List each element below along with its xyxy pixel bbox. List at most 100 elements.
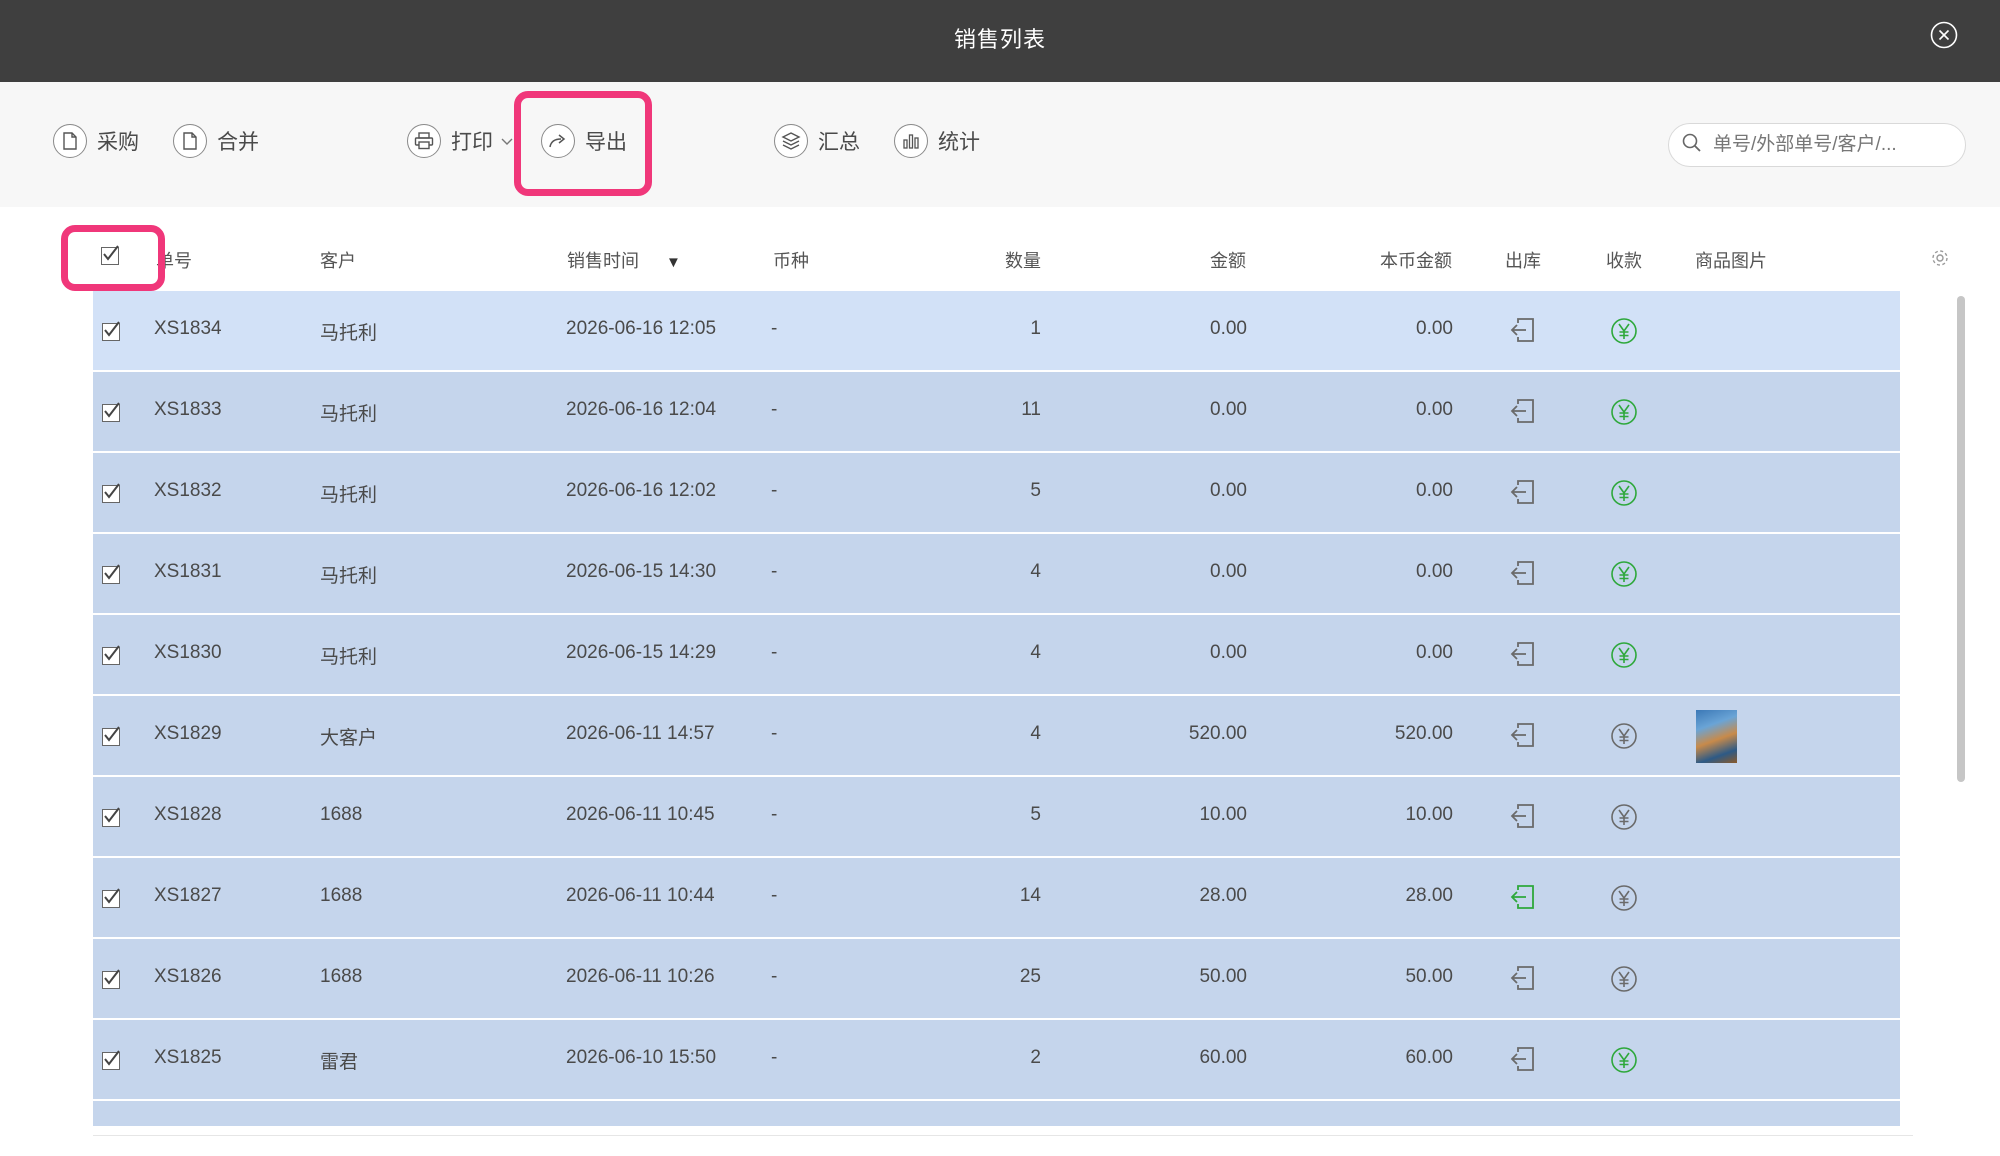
- order-no-cell[interactable]: XS1832: [154, 480, 222, 502]
- sale-time-cell: 2026-06-15 14:30: [566, 561, 717, 582]
- amount-cell: 0.00: [1210, 480, 1247, 501]
- table-row[interactable]: XS1833 马托利 2026-06-16 12:04 - 11 0.00 0.00: [93, 372, 1900, 452]
- order-no-cell[interactable]: XS1834: [154, 318, 222, 340]
- header-customer[interactable]: 客户: [320, 247, 356, 273]
- outbound-icon[interactable]: [1509, 882, 1537, 917]
- payment-icon[interactable]: [1610, 803, 1638, 836]
- row-checkbox[interactable]: [102, 807, 120, 827]
- table-bottom-divider: [93, 1135, 1913, 1136]
- order-no-cell[interactable]: XS1833: [154, 399, 222, 421]
- header-quantity[interactable]: 数量: [941, 247, 1041, 273]
- statistics-button[interactable]: 统计: [894, 123, 980, 159]
- outbound-icon[interactable]: [1509, 1044, 1537, 1079]
- table-row-partial[interactable]: [93, 1101, 1900, 1126]
- local-amount-cell: 28.00: [1405, 885, 1453, 906]
- payment-icon[interactable]: [1610, 641, 1638, 674]
- row-checkbox[interactable]: [102, 483, 120, 503]
- header-amount[interactable]: 金额: [1146, 247, 1246, 273]
- table-row[interactable]: XS1830 马托利 2026-06-15 14:29 - 4 0.00 0.00: [93, 615, 1900, 695]
- select-all-highlight-box: [61, 225, 165, 291]
- layers-icon: [774, 124, 808, 158]
- sale-time-cell: 2026-06-16 12:02: [566, 480, 717, 501]
- outbound-icon[interactable]: [1509, 558, 1537, 593]
- outbound-icon[interactable]: [1509, 315, 1537, 350]
- order-no-cell[interactable]: XS1829: [154, 723, 222, 745]
- outbound-icon[interactable]: [1509, 801, 1537, 836]
- order-no-cell[interactable]: XS1827: [154, 885, 222, 907]
- order-no-cell[interactable]: XS1828: [154, 804, 222, 826]
- search-input[interactable]: [1711, 133, 1955, 157]
- table-header: 单号 客户 销售时间 ▼ 币种 数量 金额 本币金额 出库 收款 商品图片: [0, 207, 2000, 291]
- close-icon[interactable]: [1930, 21, 1958, 49]
- local-amount-cell: 10.00: [1405, 804, 1453, 825]
- customer-cell: 1688: [320, 966, 363, 987]
- outbound-icon[interactable]: [1509, 396, 1537, 431]
- header-payment[interactable]: 收款: [1606, 247, 1642, 273]
- sort-desc-icon[interactable]: ▼: [666, 254, 681, 271]
- print-button[interactable]: 打印: [407, 123, 513, 159]
- payment-icon[interactable]: [1610, 560, 1638, 593]
- table-row[interactable]: XS1825 雷君 2026-06-10 15:50 - 2 60.00 60.00: [93, 1020, 1900, 1100]
- merge-button[interactable]: 合并: [173, 123, 259, 159]
- window-title: 销售列表: [953, 27, 1046, 52]
- table-row[interactable]: XS1827 1688 2026-06-11 10:44 - 14 28.00 28.00: [93, 858, 1900, 938]
- quantity-cell: 1: [1030, 318, 1041, 339]
- amount-cell: 520.00: [1188, 723, 1247, 744]
- header-local-amount[interactable]: 本币金额: [1352, 247, 1452, 273]
- payment-icon[interactable]: [1610, 398, 1638, 431]
- gear-icon[interactable]: [1930, 248, 1950, 268]
- payment-icon[interactable]: [1610, 965, 1638, 998]
- row-checkbox[interactable]: [102, 969, 120, 989]
- purchase-label: 采购: [97, 131, 139, 154]
- sale-time-cell: 2026-06-16 12:05: [566, 318, 717, 339]
- chevron-down-icon[interactable]: [501, 133, 513, 149]
- header-sale-time[interactable]: 销售时间 ▼: [567, 247, 681, 273]
- quantity-cell: 5: [1030, 480, 1041, 501]
- scrollbar-thumb[interactable]: [1957, 296, 1965, 782]
- currency-cell: -: [771, 804, 778, 825]
- table-row[interactable]: XS1828 1688 2026-06-11 10:45 - 5 10.00 10.00: [93, 777, 1900, 857]
- payment-icon[interactable]: [1610, 1046, 1638, 1079]
- row-checkbox[interactable]: [102, 726, 120, 746]
- outbound-icon[interactable]: [1509, 639, 1537, 674]
- table-row[interactable]: XS1826 1688 2026-06-11 10:26 - 25 50.00 50.00: [93, 939, 1900, 1019]
- payment-icon[interactable]: [1610, 479, 1638, 512]
- scrollbar[interactable]: [1957, 296, 1965, 782]
- sale-time-cell: 2026-06-10 15:50: [566, 1047, 717, 1068]
- summary-button[interactable]: 汇总: [774, 123, 860, 159]
- table-row[interactable]: XS1831 马托利 2026-06-15 14:30 - 4 0.00 0.00: [93, 534, 1900, 614]
- table-row[interactable]: XS1829 大客户 2026-06-11 14:57 - 4 520.00 520.00: [93, 696, 1900, 776]
- order-no-cell[interactable]: XS1826: [154, 966, 222, 988]
- order-no-cell[interactable]: XS1825: [154, 1047, 222, 1069]
- row-checkbox[interactable]: [102, 564, 120, 584]
- payment-icon[interactable]: [1610, 317, 1638, 350]
- outbound-icon[interactable]: [1509, 477, 1537, 512]
- order-no-cell[interactable]: XS1831: [154, 561, 222, 583]
- amount-cell: 0.00: [1210, 399, 1247, 420]
- table-row[interactable]: XS1834 马托利 2026-06-16 12:05 - 1 0.00 0.00: [93, 291, 1900, 371]
- table-row[interactable]: XS1832 马托利 2026-06-16 12:02 - 5 0.00 0.00: [93, 453, 1900, 533]
- local-amount-cell: 0.00: [1416, 561, 1453, 582]
- header-outbound[interactable]: 出库: [1505, 247, 1541, 273]
- row-checkbox[interactable]: [102, 1050, 120, 1070]
- row-checkbox[interactable]: [102, 321, 120, 341]
- product-thumbnail[interactable]: [1696, 710, 1737, 763]
- currency-cell: -: [771, 1047, 778, 1068]
- amount-cell: 60.00: [1199, 1047, 1247, 1068]
- customer-cell: 马托利: [320, 566, 378, 587]
- customer-cell: 雷君: [320, 1052, 359, 1073]
- merge-label: 合并: [217, 131, 259, 154]
- header-currency[interactable]: 币种: [773, 247, 809, 273]
- payment-icon[interactable]: [1610, 884, 1638, 917]
- row-checkbox[interactable]: [102, 402, 120, 422]
- purchase-button[interactable]: 采购: [53, 123, 139, 159]
- quantity-cell: 25: [1019, 966, 1041, 987]
- order-no-cell[interactable]: XS1830: [154, 642, 222, 664]
- outbound-icon[interactable]: [1509, 963, 1537, 998]
- outbound-icon[interactable]: [1509, 720, 1537, 755]
- payment-icon[interactable]: [1610, 722, 1638, 755]
- row-checkbox[interactable]: [102, 888, 120, 908]
- sale-time-cell: 2026-06-11 10:45: [566, 804, 715, 825]
- currency-cell: -: [771, 642, 778, 663]
- row-checkbox[interactable]: [102, 645, 120, 665]
